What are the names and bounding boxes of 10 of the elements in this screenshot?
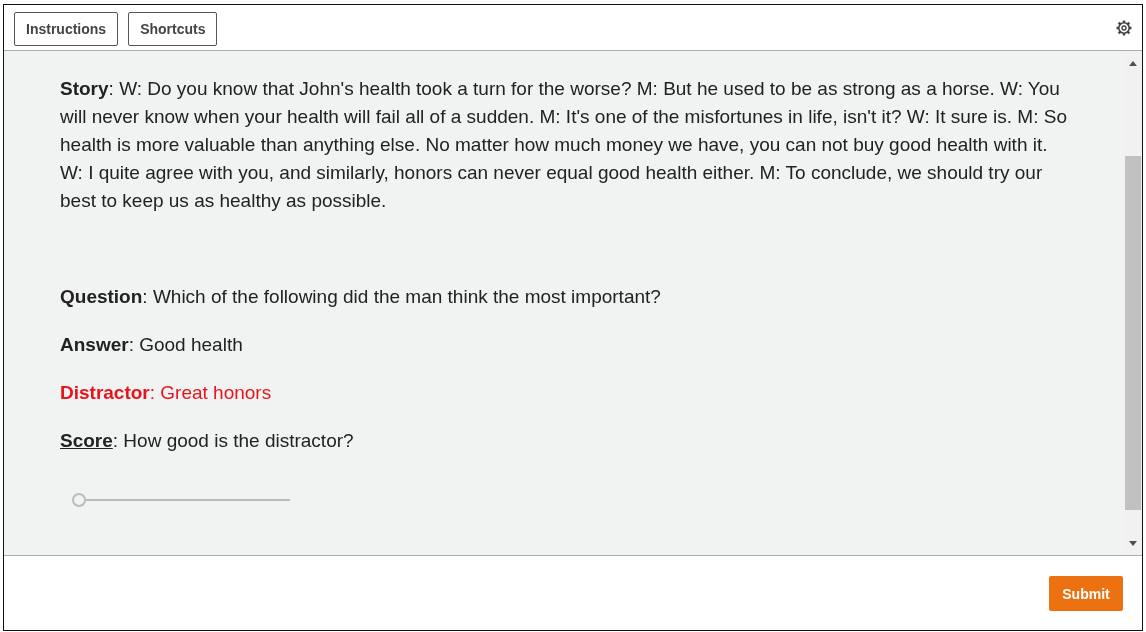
slider-thumb[interactable] (72, 493, 86, 507)
settings-icon[interactable] (1116, 19, 1132, 36)
score-text: Score: How good is the distractor? (60, 429, 355, 453)
story-text: Story: W: Do you know that John's health took a turn for the worse? M: But he used to be as strong as a horse. W: You will never know when your health will fail all of a sudden. M: It's one of the misfortunes in life, isn't it? W: It sure is. M: So health is more valuable than anything else. No matter how much money we have, you can not buy good health with it. W: I quite agree with you, and similarly, honors can never equal good health either. M: To conclude, we should try our best to keep us as healthy as possible. (60, 77, 1068, 213)
instructions-button[interactable]: Instructions (14, 11, 119, 46)
score-slider[interactable] (72, 493, 290, 507)
question-text: Question: Which of the following did the man think the most important? (60, 285, 662, 309)
shortcuts-button[interactable]: Shortcuts (128, 11, 218, 46)
distractor-text: Distractor: Great honors (60, 381, 273, 405)
answer-text: Answer: Good health (60, 333, 244, 357)
